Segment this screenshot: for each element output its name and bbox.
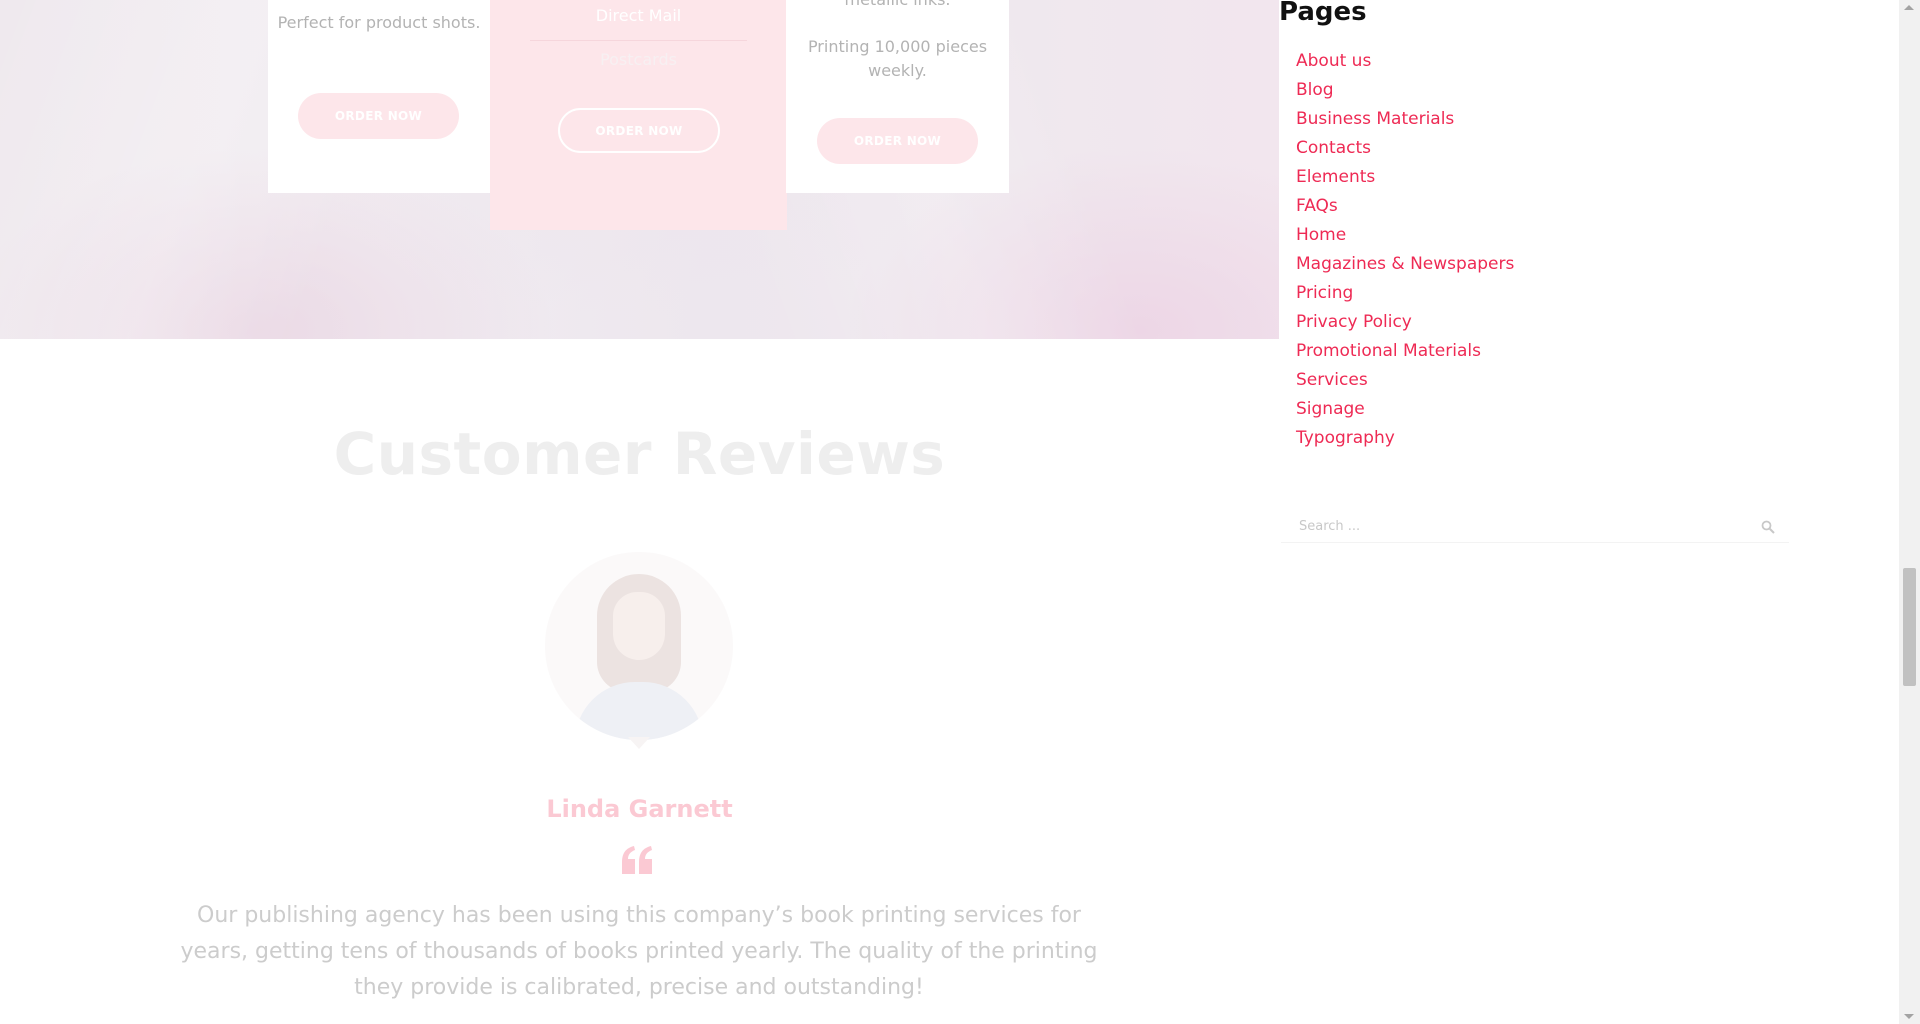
page-link-magazines-newspapers[interactable]: Magazines & Newspapers (1296, 251, 1514, 280)
page-link-typography[interactable]: Typography (1296, 425, 1514, 454)
divider (530, 40, 747, 41)
page-link-home[interactable]: Home (1296, 222, 1514, 251)
pages-list: About us Blog Business Materials Contact… (1296, 48, 1514, 454)
scroll-up-arrow-icon[interactable] (1904, 5, 1914, 10)
order-now-button[interactable]: ORDER NOW (298, 93, 459, 139)
page-link-blog[interactable]: Blog (1296, 77, 1514, 106)
order-now-button[interactable]: ORDER NOW (558, 108, 720, 153)
pricing-card-left: Perfect for product shots. ORDER NOW (268, 0, 490, 193)
pricing-card-description-partial: metallic inks. (786, 0, 1009, 12)
review-quote-text: Our publishing agency has been using thi… (180, 903, 1098, 1000)
order-now-button[interactable]: ORDER NOW (817, 118, 978, 164)
page-link-promotional-materials[interactable]: Promotional Materials (1296, 338, 1514, 367)
page-link-elements[interactable]: Elements (1296, 164, 1514, 193)
pricing-card-featured: Direct Mail Postcards ORDER NOW (490, 0, 787, 230)
pricing-section: Perfect for product shots. ORDER NOW Dir… (0, 0, 1279, 339)
page-link-signage[interactable]: Signage (1296, 396, 1514, 425)
avatar-pointer (628, 737, 650, 749)
scrollbar-thumb[interactable] (1903, 568, 1916, 686)
search-form (1281, 510, 1789, 543)
feature-item: Direct Mail (595, 6, 682, 25)
page-link-services[interactable]: Services (1296, 367, 1514, 396)
pricing-card-description: Perfect for product shots. (277, 13, 481, 32)
search-icon[interactable] (1761, 520, 1775, 534)
avatar-face (613, 592, 665, 660)
vertical-scrollbar[interactable] (1899, 0, 1920, 1024)
page-link-privacy-policy[interactable]: Privacy Policy (1296, 309, 1514, 338)
scroll-down-arrow-icon[interactable] (1904, 1014, 1914, 1019)
avatar-body (575, 682, 703, 740)
page-link-contacts[interactable]: Contacts (1296, 135, 1514, 164)
pricing-card-description: Printing 10,000 pieces weekly. (807, 37, 988, 80)
main-content: Perfect for product shots. ORDER NOW Dir… (0, 0, 1279, 1024)
search-input[interactable] (1297, 510, 1741, 542)
page-link-faqs[interactable]: FAQs (1296, 193, 1514, 222)
reviewer-name: Linda Garnett (546, 795, 733, 823)
pages-widget-title: Pages (1279, 0, 1367, 27)
pricing-card-right: metallic inks. Printing 10,000 pieces we… (786, 0, 1009, 193)
avatar (545, 552, 733, 740)
page-link-about-us[interactable]: About us (1296, 48, 1514, 77)
page-link-business-materials[interactable]: Business Materials (1296, 106, 1514, 135)
sidebar: Pages About us Blog Business Materials C… (1279, 0, 1899, 1024)
feature-item: Postcards (600, 50, 677, 69)
section-title: Customer Reviews (333, 420, 946, 488)
quote-icon (622, 846, 652, 874)
page-link-pricing[interactable]: Pricing (1296, 280, 1514, 309)
